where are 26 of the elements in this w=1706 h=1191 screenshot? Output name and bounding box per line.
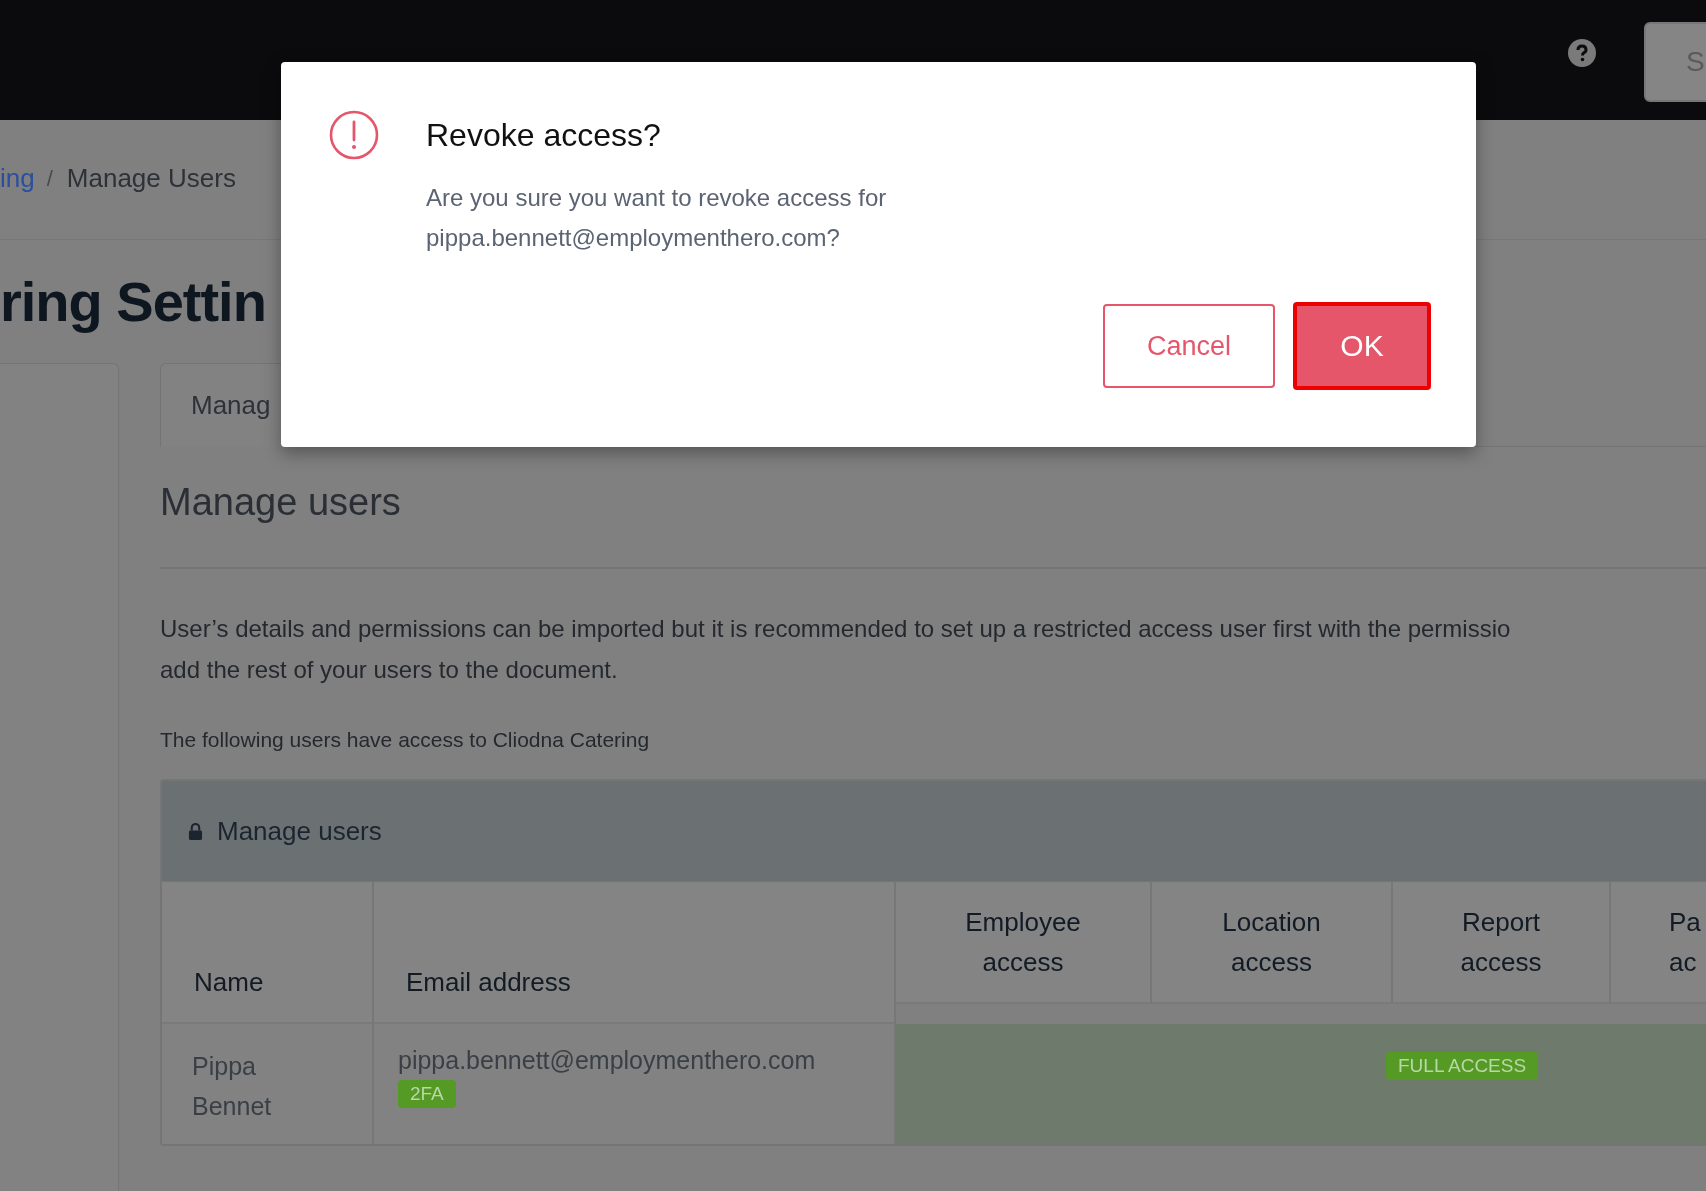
access-note: The following users have access to Cliodna Catering [160,728,651,752]
breadcrumb-link[interactable]: ing [0,163,35,194]
column-header: Location access [1152,882,1393,1004]
column-header: Email address [374,882,896,1024]
panel-title: Manage users [217,815,382,847]
breadcrumb-current: Manage Users [66,163,236,194]
column-header: Report access [1393,882,1611,1004]
breadcrumb-separator: / [46,165,53,192]
alert-icon [329,110,379,160]
column-header: Pa ac [1611,882,1706,1004]
ok-button[interactable]: OK [1293,302,1431,390]
dialog-message: Are you sure you want to revoke access for pippa.bennett@employmenthero.com? [426,183,888,253]
section-heading: Manage users [160,479,402,525]
cancel-button[interactable]: Cancel [1103,304,1275,388]
access-badge: FULL ACCESS [1386,1052,1539,1080]
table-cell: Pippa Bennet [162,1024,374,1144]
dialog-title: Revoke access? [426,116,662,155]
status-badge: 2FA [398,1080,456,1108]
email-text: pippa.bennett@employmenthero.com [398,1046,816,1074]
description-text: add the rest of your users to the document. [160,655,619,685]
description-text: User’s details and permissions can be imported but it is recommended to set up a restricted access user first with the permissio [160,614,1512,644]
column-header: Name [162,882,374,1024]
column-header: Employee access [896,882,1152,1004]
page-title: ring Settin [0,269,266,335]
help-icon[interactable] [1568,39,1596,67]
lock-icon [188,821,203,841]
